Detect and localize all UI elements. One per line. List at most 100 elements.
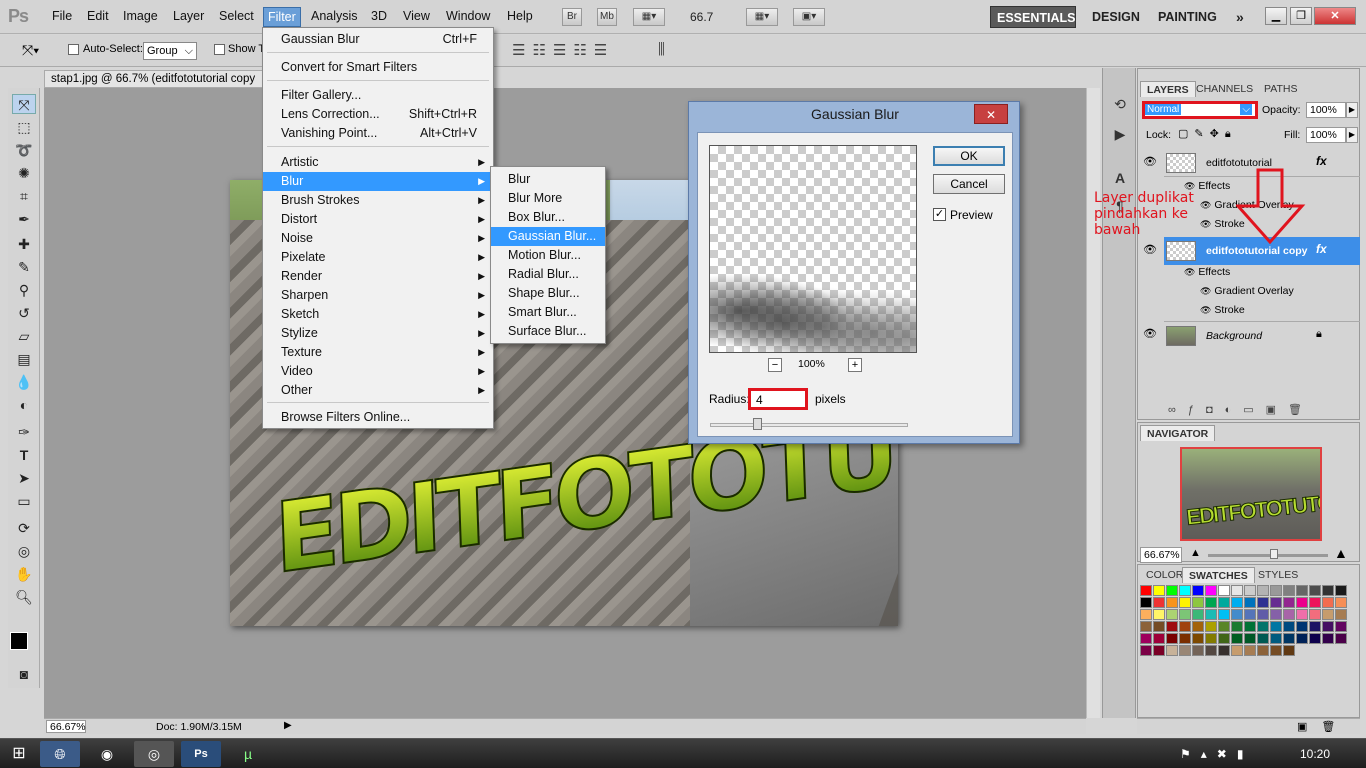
menu-filter[interactable]: Filter	[263, 7, 301, 27]
color-swatch[interactable]	[1205, 609, 1217, 620]
menu-window[interactable]: Window	[446, 9, 490, 23]
color-swatch[interactable]	[1244, 585, 1256, 596]
color-swatch[interactable]	[1335, 633, 1347, 644]
tab-swatches[interactable]: SWATCHES	[1182, 567, 1255, 583]
color-swatch[interactable]	[1231, 633, 1243, 644]
shape-tool-icon[interactable]: ▭	[12, 491, 36, 511]
3d-rotate-tool-icon[interactable]: ⟳	[12, 518, 36, 538]
color-swatch[interactable]	[1270, 645, 1282, 656]
submenu-item-gaussian-blur[interactable]: Gaussian Blur...	[491, 227, 605, 246]
color-swatch[interactable]	[1283, 633, 1295, 644]
screen-mode-icon[interactable]: ▣▾	[793, 8, 825, 26]
move-tool-icon[interactable]: ⤧▾	[22, 42, 39, 59]
layer-row-background[interactable]: Background 🔒︎	[1164, 321, 1360, 349]
color-swatch[interactable]	[1322, 585, 1334, 596]
swatch-footer-icons[interactable]: ▣🗑︎	[1297, 720, 1349, 733]
workspace-essentials[interactable]: ESSENTIALS	[990, 6, 1076, 28]
fx-icon[interactable]: fx	[1316, 242, 1327, 256]
color-swatch[interactable]	[1179, 621, 1191, 632]
blur-tool-icon[interactable]: 💧	[12, 372, 36, 392]
color-swatch[interactable]	[1140, 609, 1152, 620]
color-swatch[interactable]	[1244, 621, 1256, 632]
auto-select-checkbox[interactable]	[68, 44, 79, 55]
color-swatch[interactable]	[1322, 597, 1334, 608]
color-swatch[interactable]	[1166, 609, 1178, 620]
fx-icon[interactable]: fx	[1316, 154, 1327, 168]
utorrent-icon[interactable]: µ	[228, 741, 268, 767]
color-swatch[interactable]	[1192, 621, 1204, 632]
show-transform-checkbox[interactable]	[214, 44, 225, 55]
character-icon[interactable]: A	[1111, 170, 1129, 188]
color-swatch[interactable]	[1153, 585, 1165, 596]
menu-item-vanishing-point[interactable]: Vanishing Point... Alt+Ctrl+V	[263, 124, 493, 143]
extras-icon[interactable]: ▦▾	[633, 8, 665, 26]
menu-help[interactable]: Help	[507, 9, 533, 23]
firefox-icon[interactable]: ◉	[87, 741, 127, 767]
close-window-icon[interactable]: ✕	[1314, 7, 1356, 25]
navigator-zoom-slider[interactable]	[1208, 554, 1328, 557]
fill-arrow-icon[interactable]: ▶	[1346, 127, 1358, 143]
submenu-item-box-blur[interactable]: Box Blur...	[491, 208, 605, 227]
menu-item-artistic[interactable]: Artistic ▶	[263, 153, 493, 172]
color-swatch[interactable]	[1205, 585, 1217, 596]
gradient-tool-icon[interactable]: ▤	[12, 349, 36, 369]
lock-icons[interactable]: ▢✎✥🔒︎	[1178, 127, 1237, 141]
blur-preview[interactable]	[709, 145, 917, 353]
color-swatch[interactable]	[1179, 597, 1191, 608]
layers-footer-icons[interactable]: ∞ƒ◘◐▭▣🗑︎	[1168, 403, 1314, 416]
navigator-zoom-out-icon[interactable]: ▲	[1190, 547, 1201, 559]
quick-mask-icon[interactable]: ◙	[12, 664, 36, 684]
move-tool-icon[interactable]: ⤧	[12, 94, 36, 114]
history-brush-tool-icon[interactable]: ↺	[12, 303, 36, 323]
fill-field[interactable]: 100%	[1306, 127, 1346, 143]
menu-item-distort[interactable]: Distort ▶	[263, 210, 493, 229]
tab-layers[interactable]: LAYERS	[1140, 81, 1196, 97]
color-swatch[interactable]	[1335, 621, 1347, 632]
chrome-icon[interactable]: ◎	[134, 741, 174, 767]
status-zoom[interactable]: 66.67%	[46, 720, 86, 733]
visibility-eye-icon[interactable]: 👁︎	[1140, 323, 1160, 345]
auto-select-dropdown[interactable]: Group ⌵	[143, 42, 197, 60]
color-swatch[interactable]	[1166, 585, 1178, 596]
color-swatch[interactable]	[1140, 633, 1152, 644]
crop-tool-icon[interactable]: ⌗	[12, 186, 36, 206]
document-tab[interactable]: stap1.jpg @ 66.7% (editfototutorial copy	[44, 70, 264, 88]
cancel-button[interactable]: Cancel	[933, 174, 1005, 194]
distribute-icons[interactable]: ☰☷☰☷☰	[512, 41, 614, 59]
menu-analysis[interactable]: Analysis	[311, 9, 358, 23]
color-swatch[interactable]	[1257, 645, 1269, 656]
color-swatch[interactable]	[1179, 645, 1191, 656]
color-swatch[interactable]	[1218, 633, 1230, 644]
vertical-scrollbar[interactable]	[1086, 88, 1100, 718]
color-swatch[interactable]	[1153, 621, 1165, 632]
radius-input[interactable]: 4	[748, 388, 808, 410]
submenu-item-smart-blur[interactable]: Smart Blur...	[491, 303, 605, 322]
color-swatch[interactable]	[1257, 633, 1269, 644]
color-swatch[interactable]	[1231, 621, 1243, 632]
color-swatch[interactable]	[1296, 621, 1308, 632]
color-swatch[interactable]	[1140, 621, 1152, 632]
navigator-zoom-field[interactable]: 66.67%	[1140, 547, 1182, 563]
color-swatch[interactable]	[1179, 585, 1191, 596]
color-swatch[interactable]	[1192, 633, 1204, 644]
eyedropper-tool-icon[interactable]: ✒	[12, 209, 36, 229]
color-swatch[interactable]	[1244, 645, 1256, 656]
menu-item-sketch[interactable]: Sketch ▶	[263, 305, 493, 324]
color-swatch[interactable]	[1231, 609, 1243, 620]
color-swatch[interactable]	[1166, 597, 1178, 608]
menu-item-lens-correction[interactable]: Lens Correction... Shift+Ctrl+R	[263, 105, 493, 124]
dodge-tool-icon[interactable]: ◐	[12, 395, 36, 415]
arrange-documents-icon[interactable]: ▦▾	[746, 8, 778, 26]
color-swatch[interactable]	[1270, 633, 1282, 644]
color-swatch[interactable]	[1283, 609, 1295, 620]
color-swatch[interactable]	[1231, 645, 1243, 656]
color-swatch[interactable]	[1296, 585, 1308, 596]
status-menu-arrow-icon[interactable]: ▶	[284, 720, 292, 731]
menu-item-convert-smart-filters[interactable]: Convert for Smart Filters	[263, 58, 493, 77]
windows-start-icon[interactable]: ⊞	[4, 741, 34, 767]
clone-stamp-tool-icon[interactable]: ⚲	[12, 280, 36, 300]
color-swatch[interactable]	[1205, 597, 1217, 608]
color-swatch[interactable]	[1153, 645, 1165, 656]
blend-mode-dropdown[interactable]: Normal ⌵	[1142, 101, 1258, 119]
zoom-in-button[interactable]: +	[848, 358, 862, 372]
